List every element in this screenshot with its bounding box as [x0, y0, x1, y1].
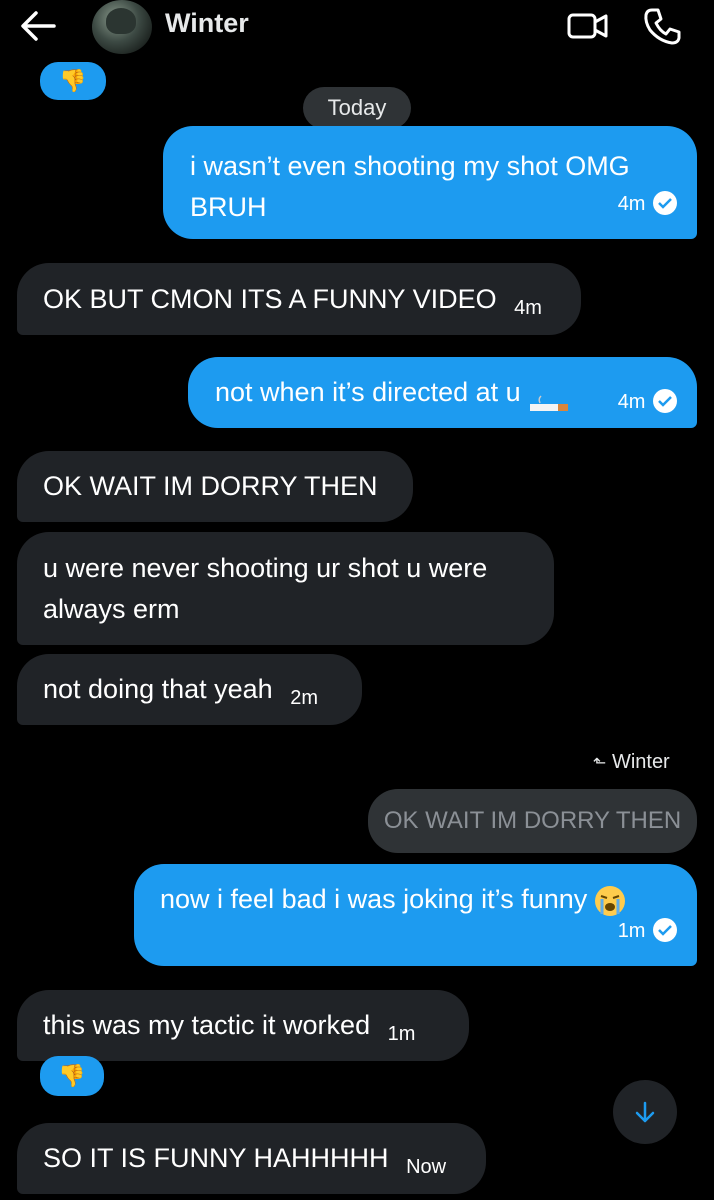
message-text: not doing that yeah	[43, 674, 273, 704]
message-time: 4m	[617, 391, 646, 413]
message-time: 2m	[290, 687, 318, 709]
message-text: SO IT IS FUNNY HAHHHHH	[43, 1143, 389, 1173]
message-incoming[interactable]: OK WAIT IM DORRY THEN	[17, 451, 413, 522]
read-check-icon	[653, 917, 677, 942]
reply-to-name: Winter	[611, 751, 670, 773]
message-incoming[interactable]: u were never shooting ur shot u were alw…	[17, 532, 554, 645]
message-text: OK BUT CMON ITS A FUNNY VIDEO	[43, 284, 497, 314]
message-outgoing[interactable]: now i feel bad i was joking it’s funny 1…	[134, 864, 697, 966]
message-text: u were never shooting ur shot u were	[43, 553, 488, 583]
date-separator: Today	[303, 87, 411, 129]
contact-name[interactable]: Winter	[165, 8, 249, 39]
message-incoming[interactable]: not doing that yeah 2m	[17, 654, 362, 725]
message-incoming[interactable]: OK BUT CMON ITS A FUNNY VIDEO 4m	[17, 263, 581, 335]
cigarette-emoji-icon	[528, 386, 570, 411]
reaction-thumbs-down[interactable]: 👎	[40, 1056, 104, 1096]
reply-indicator: ⬑ Winter	[593, 751, 670, 774]
message-meta: 4m	[618, 181, 677, 225]
message-outgoing[interactable]: i wasn’t even shooting my shot OMG BRUH …	[163, 126, 697, 239]
message-time: 4m	[514, 297, 542, 319]
message-text: not when it’s directed at u	[215, 377, 521, 407]
message-time: 1m	[387, 1023, 416, 1045]
message-meta: 4m	[618, 379, 677, 423]
thumbs-down-icon: 👎	[58, 1063, 86, 1088]
thumbs-down-icon: 👎	[59, 68, 87, 93]
back-arrow-icon[interactable]	[18, 8, 58, 44]
message-time: 1m	[617, 920, 646, 942]
message-text: now i feel bad i was joking it’s funny	[160, 884, 588, 914]
message-time: Now	[406, 1156, 447, 1178]
read-check-icon	[653, 388, 677, 413]
message-text: this was my tactic it worked	[43, 1010, 371, 1040]
message-time: 4m	[617, 193, 646, 215]
phone-call-icon[interactable]	[642, 6, 682, 46]
message-outgoing[interactable]: not when it’s directed at u 4m	[188, 357, 697, 428]
arrow-down-icon	[635, 1101, 655, 1123]
message-text: OK WAIT IM DORRY THEN	[43, 471, 378, 501]
reaction-thumbs-down[interactable]: 👎	[40, 62, 106, 100]
quoted-message[interactable]: OK WAIT IM DORRY THEN	[368, 789, 697, 853]
read-check-icon	[653, 190, 677, 215]
message-meta: 1m	[618, 908, 677, 952]
message-incoming[interactable]: SO IT IS FUNNY HAHHHHH Now	[17, 1123, 486, 1194]
message-text: always erm	[43, 594, 180, 624]
message-incoming[interactable]: this was my tactic it worked 1m	[17, 990, 469, 1061]
scroll-to-bottom-button[interactable]	[613, 1080, 677, 1144]
video-call-icon[interactable]	[566, 10, 610, 42]
reply-arrow-icon: ⬑	[593, 755, 607, 772]
avatar[interactable]	[92, 0, 152, 54]
